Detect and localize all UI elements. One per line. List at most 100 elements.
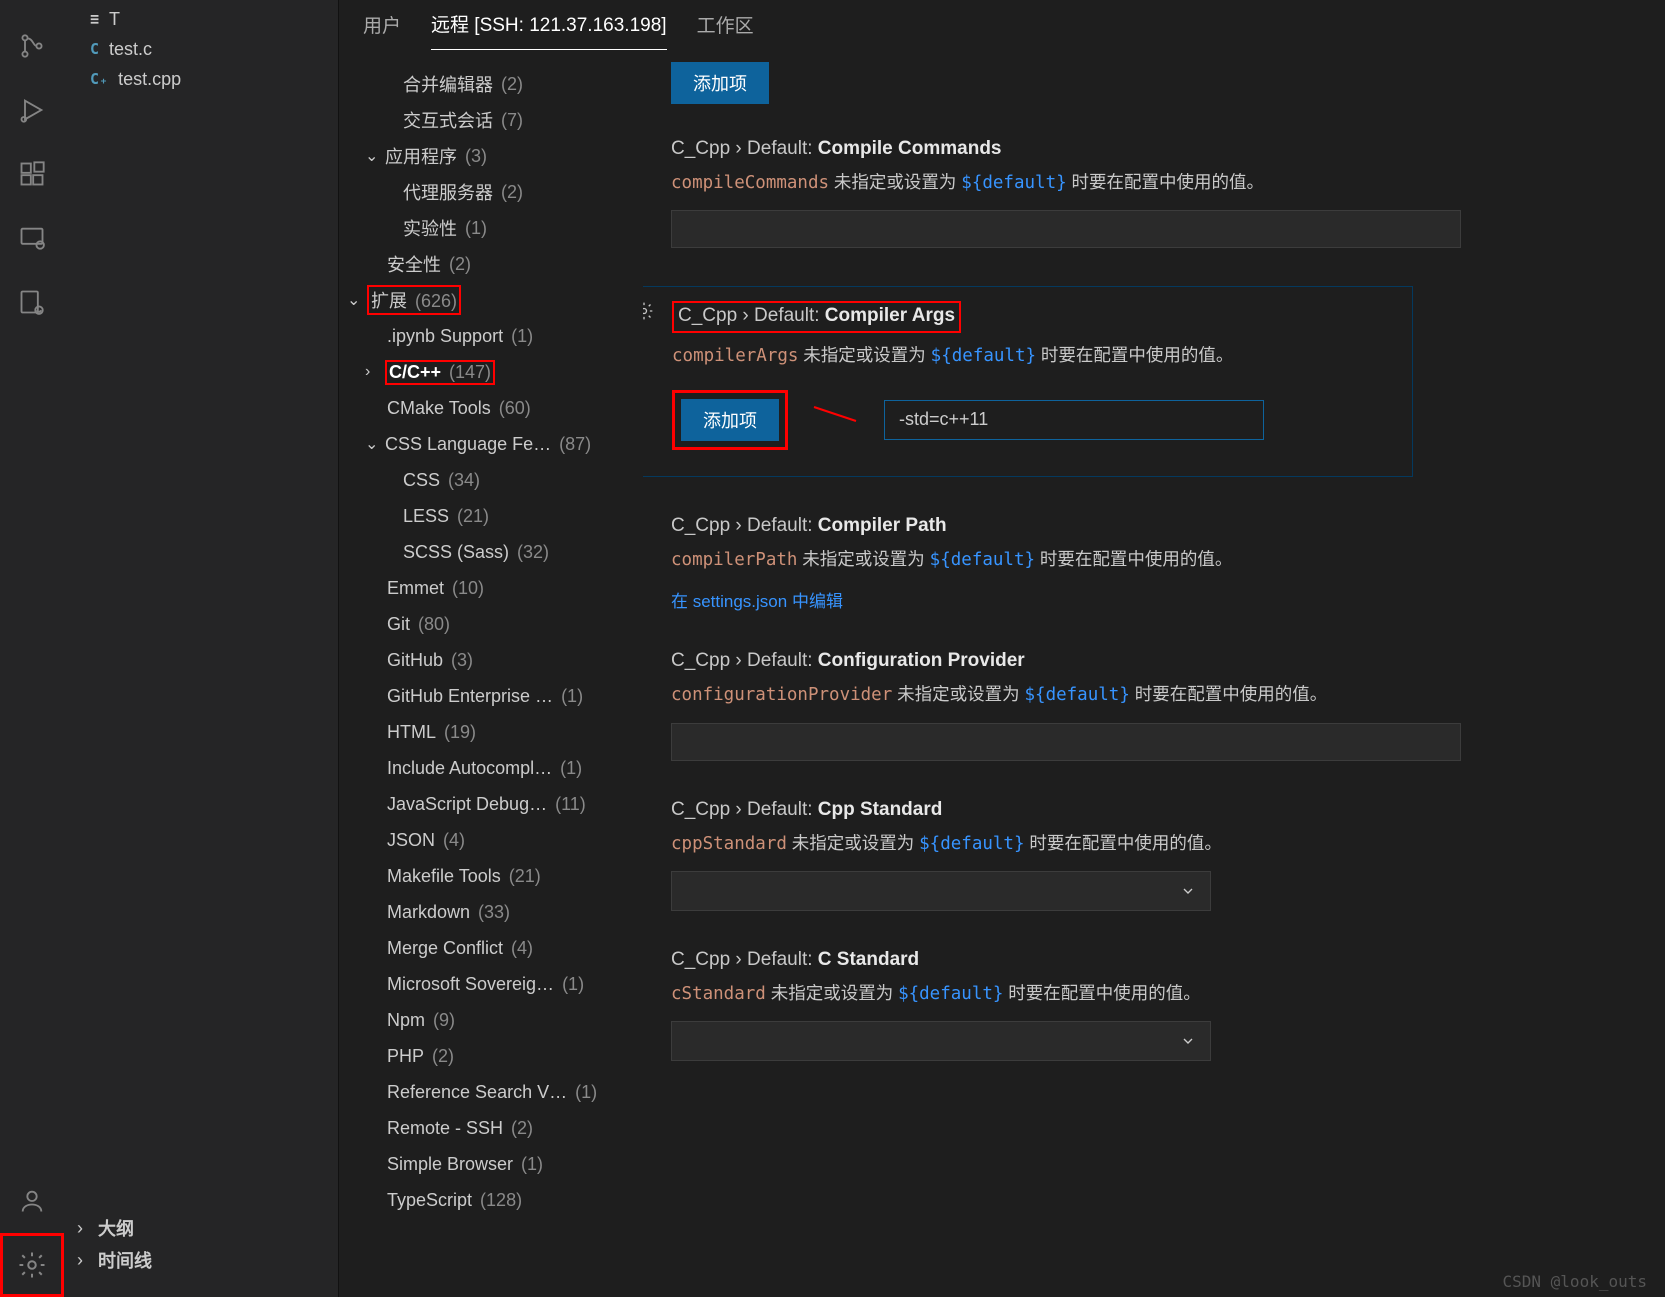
tree-item[interactable]: Npm(9) bbox=[339, 1002, 643, 1038]
tree-label: CMake Tools bbox=[387, 398, 491, 419]
setting-key: Compiler Path bbox=[818, 515, 947, 536]
tree-count: (7) bbox=[501, 110, 523, 131]
tree-label: 合并编辑器 bbox=[403, 71, 493, 97]
tree-label: TypeScript bbox=[387, 1190, 472, 1211]
outline-section[interactable]: › 大纲 bbox=[64, 1212, 338, 1244]
cpp-standard-select[interactable] bbox=[671, 871, 1211, 911]
timeline-section[interactable]: › 时间线 bbox=[64, 1244, 338, 1276]
manage-gear-icon[interactable] bbox=[0, 1233, 64, 1297]
settings-category-tree[interactable]: 合并编辑器(2)交互式会话(7)⌄应用程序(3)代理服务器(2)实验性(1)安全… bbox=[339, 50, 643, 1297]
settings-sync-icon[interactable] bbox=[0, 270, 64, 334]
tree-count: (34) bbox=[448, 470, 480, 491]
tree-item[interactable]: CMake Tools (60) bbox=[339, 390, 643, 426]
setting-compiler-path: C_Cpp › Default: Compiler Path compilerP… bbox=[671, 515, 1461, 612]
tree-item[interactable]: Makefile Tools(21) bbox=[339, 858, 643, 894]
tree-item[interactable]: Emmet(10) bbox=[339, 570, 643, 606]
extensions-icon[interactable] bbox=[0, 142, 64, 206]
setting-code: cppStandard bbox=[671, 834, 787, 854]
tree-count: (60) bbox=[499, 398, 531, 419]
tree-label: C/C++ bbox=[389, 362, 441, 382]
tree-item[interactable]: ›C/C++(147) bbox=[339, 354, 643, 390]
tree-label: SCSS (Sass) bbox=[403, 542, 509, 563]
setting-key: Compiler Args bbox=[825, 305, 955, 326]
tree-item[interactable]: SCSS (Sass)(32) bbox=[339, 534, 643, 570]
tree-item[interactable]: 代理服务器(2) bbox=[339, 174, 643, 210]
tree-item[interactable]: PHP(2) bbox=[339, 1038, 643, 1074]
tree-item[interactable]: 安全性(2) bbox=[339, 246, 643, 282]
tree-item[interactable]: ⌄CSS Language Fe…(87) bbox=[339, 426, 643, 462]
tree-count: (3) bbox=[451, 650, 473, 671]
tree-item[interactable]: Reference Search V…(1) bbox=[339, 1074, 643, 1110]
setting-path: C_Cpp › Default: bbox=[671, 650, 813, 671]
tree-count: (4) bbox=[443, 830, 465, 851]
tree-count: (1) bbox=[465, 218, 487, 239]
tree-item[interactable]: Git(80) bbox=[339, 606, 643, 642]
c-standard-select[interactable] bbox=[671, 1021, 1211, 1061]
tab-workspace[interactable]: 工作区 bbox=[697, 11, 754, 50]
tree-count: (10) bbox=[452, 578, 484, 599]
tree-item[interactable]: Remote - SSH(2) bbox=[339, 1110, 643, 1146]
activity-bar bbox=[0, 0, 64, 1297]
tree-item[interactable]: 交互式会话 (7) bbox=[339, 102, 643, 138]
tree-item[interactable]: JavaScript Debug…(11) bbox=[339, 786, 643, 822]
tree-item[interactable]: Markdown(33) bbox=[339, 894, 643, 930]
tree-item[interactable]: TypeScript(128) bbox=[339, 1182, 643, 1218]
compiler-arg-example-input[interactable] bbox=[884, 400, 1264, 440]
tree-item[interactable]: Microsoft Sovereig…(1) bbox=[339, 966, 643, 1002]
file-row[interactable]: Ctest.c bbox=[64, 34, 338, 64]
compile-commands-input[interactable] bbox=[671, 210, 1461, 248]
setting-token: ${default} bbox=[931, 346, 1036, 366]
gear-icon[interactable] bbox=[643, 301, 654, 321]
tree-item[interactable]: ⌄应用程序(3) bbox=[339, 138, 643, 174]
account-icon[interactable] bbox=[0, 1169, 64, 1233]
tree-count: (1) bbox=[511, 326, 533, 347]
settings-list: 添加项 C_Cpp › Default: Compile Commands co… bbox=[643, 50, 1665, 1297]
tree-item[interactable]: CSS(34) bbox=[339, 462, 643, 498]
tree-label: Merge Conflict bbox=[387, 938, 503, 959]
annotation-arrow-icon bbox=[812, 405, 860, 435]
tree-count: (33) bbox=[478, 902, 510, 923]
tree-label: Microsoft Sovereig… bbox=[387, 974, 554, 995]
tree-item[interactable]: 实验性(1) bbox=[339, 210, 643, 246]
tree-label: .ipynb Support bbox=[387, 326, 503, 347]
tree-label: 交互式会话 bbox=[403, 107, 493, 133]
tree-item[interactable]: JSON(4) bbox=[339, 822, 643, 858]
run-debug-icon[interactable] bbox=[0, 78, 64, 142]
add-item-button[interactable]: 添加项 bbox=[671, 62, 769, 104]
tree-count: (2) bbox=[432, 1046, 454, 1067]
tree-count: (2) bbox=[511, 1118, 533, 1139]
tree-item[interactable]: Include Autocompl…(1) bbox=[339, 750, 643, 786]
tab-remote[interactable]: 远程 [SSH: 121.37.163.198] bbox=[431, 10, 667, 50]
tree-item[interactable]: LESS(21) bbox=[339, 498, 643, 534]
file-name: test.cpp bbox=[118, 69, 181, 90]
file-row[interactable]: C₊test.cpp bbox=[64, 64, 338, 94]
tree-count: (19) bbox=[444, 722, 476, 743]
file-row[interactable]: ≡T bbox=[64, 4, 338, 34]
tree-count: (9) bbox=[433, 1010, 455, 1031]
tree-item[interactable]: 合并编辑器(2) bbox=[339, 66, 643, 102]
tree-label: GitHub Enterprise … bbox=[387, 686, 553, 707]
setting-path: C_Cpp › Default: bbox=[678, 305, 820, 326]
chevron-right-icon: › bbox=[72, 1220, 88, 1236]
tree-item[interactable]: ⌄扩展(626) bbox=[339, 282, 643, 318]
chevron-right-icon: › bbox=[72, 1252, 88, 1268]
edit-in-settings-json-link[interactable]: 在 settings.json 中编辑 bbox=[671, 592, 843, 611]
tree-item[interactable]: .ipynb Support (1) bbox=[339, 318, 643, 354]
tree-item[interactable]: HTML(19) bbox=[339, 714, 643, 750]
setting-token: ${default} bbox=[961, 173, 1066, 193]
tree-item[interactable]: Merge Conflict(4) bbox=[339, 930, 643, 966]
add-compiler-arg-button[interactable]: 添加项 bbox=[681, 399, 779, 441]
tab-user[interactable]: 用户 bbox=[363, 11, 401, 50]
remote-explorer-icon[interactable] bbox=[0, 206, 64, 270]
tree-item[interactable]: Simple Browser(1) bbox=[339, 1146, 643, 1182]
tree-item[interactable]: GitHub(3) bbox=[339, 642, 643, 678]
tree-label: Git bbox=[387, 614, 410, 635]
setting-key: Cpp Standard bbox=[818, 799, 943, 820]
tree-label: CSS Language Fe… bbox=[385, 434, 551, 455]
file-lang-icon: C bbox=[90, 40, 99, 58]
source-control-icon[interactable] bbox=[0, 14, 64, 78]
setting-code: configurationProvider bbox=[671, 685, 892, 705]
tree-label: Include Autocompl… bbox=[387, 758, 552, 779]
tree-item[interactable]: GitHub Enterprise …(1) bbox=[339, 678, 643, 714]
configuration-provider-input[interactable] bbox=[671, 723, 1461, 761]
